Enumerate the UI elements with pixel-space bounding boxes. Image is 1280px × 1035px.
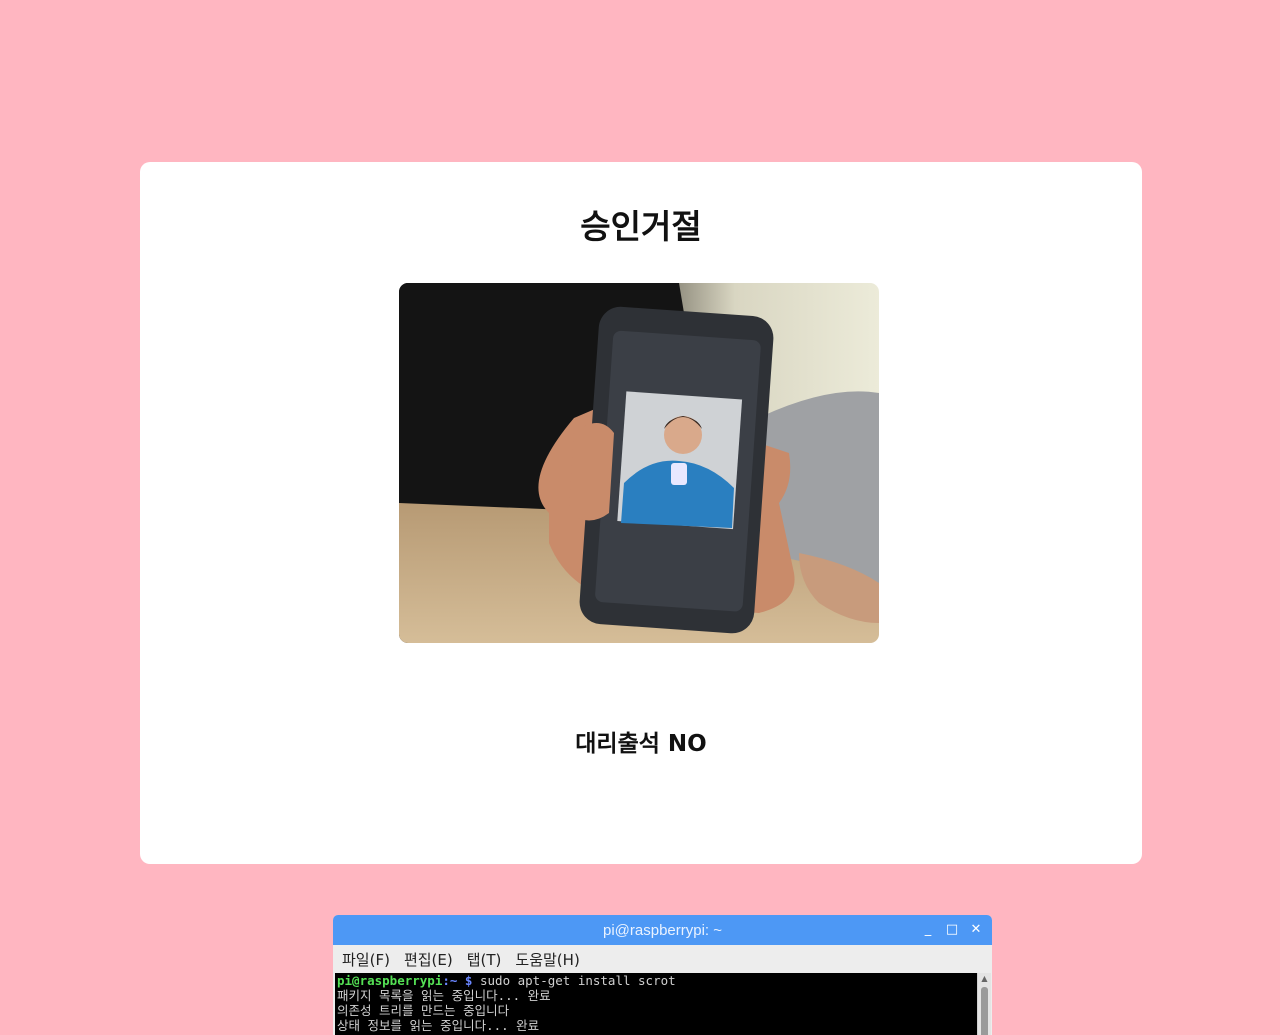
menu-edit[interactable]: 편집(E) [404, 949, 453, 970]
command-line: sudo apt-get install scrot [472, 973, 676, 988]
maximize-icon[interactable]: □ [943, 921, 961, 939]
scroll-up-icon[interactable]: ▲ [979, 973, 990, 985]
terminal-titlebar[interactable]: pi@raspberrypi: ~ _ □ ✕ [333, 915, 992, 945]
terminal-title: pi@raspberrypi: ~ [602, 922, 723, 939]
menu-help[interactable]: 도움말(H) [515, 949, 579, 970]
menu-tabs[interactable]: 탭(T) [467, 949, 502, 970]
terminal-output[interactable]: pi@raspberrypi:~ $ sudo apt-get install … [335, 973, 979, 1035]
prompt-user: pi@raspberrypi [337, 973, 443, 988]
minimize-icon[interactable]: _ [919, 921, 937, 939]
scroll-thumb[interactable] [981, 987, 988, 1035]
menu-file[interactable]: 파일(F) [342, 949, 390, 970]
close-icon[interactable]: ✕ [967, 921, 985, 939]
captured-photo [399, 283, 879, 643]
output-line: 상태 정보를 읽는 중입니다... 완료 [337, 1018, 540, 1033]
prompt-path: :~ $ [442, 973, 473, 988]
output-line: 패키지 목록을 읽는 중입니다... 완료 [337, 988, 551, 1003]
terminal-menubar: 파일(F) 편집(E) 탭(T) 도움말(H) [333, 945, 992, 973]
attendance-result: 대리출석 NO [575, 731, 707, 757]
terminal-scrollbar[interactable]: ▲ [977, 973, 991, 1035]
page-title: 승인거절 [580, 207, 702, 246]
terminal-window[interactable]: pi@raspberrypi: ~ _ □ ✕ 파일(F) 편집(E) 탭(T)… [333, 915, 992, 1035]
output-line: 의존성 트리를 만드는 중입니다 [337, 1003, 510, 1018]
